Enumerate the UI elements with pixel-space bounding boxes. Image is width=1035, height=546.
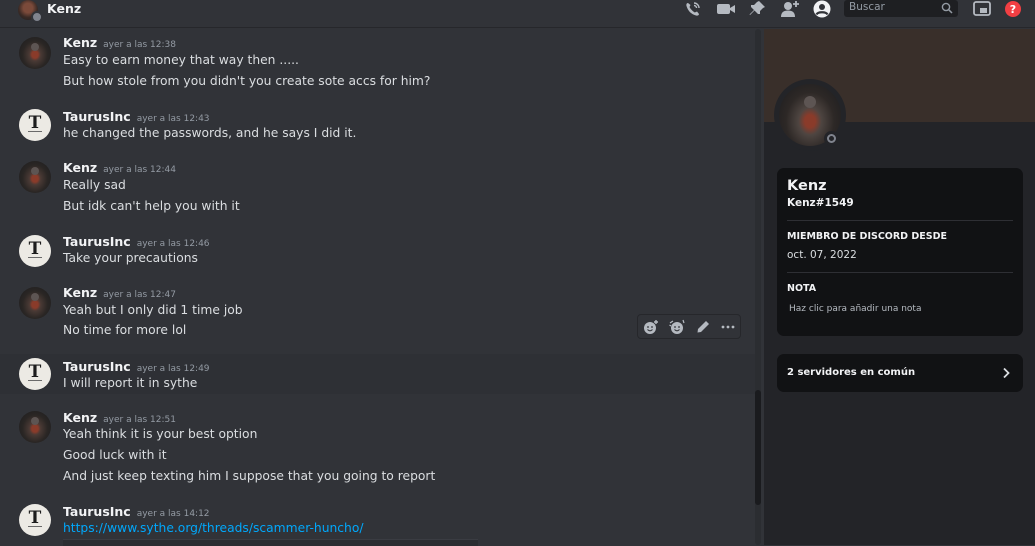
message-author[interactable]: TaurusInc ayer a las 12:49 — [63, 359, 210, 374]
message-timestamp: ayer a las 12:44 — [103, 165, 176, 175]
status-indicator — [31, 11, 43, 23]
message-timestamp: ayer a las 12:46 — [136, 239, 210, 249]
avatar-letter: T — [28, 362, 42, 382]
avatar[interactable] — [19, 287, 51, 319]
pin-icon[interactable] — [748, 0, 768, 18]
message-link[interactable]: https://www.sythe.org/threads/scammer-hu… — [63, 521, 364, 535]
message-timestamp: ayer a las 12:49 — [136, 364, 210, 374]
message-timestamp: ayer a las 12:38 — [103, 40, 176, 50]
status-indicator — [824, 131, 839, 146]
svg-text:?: ? — [1010, 3, 1016, 16]
avatar[interactable] — [19, 411, 51, 443]
message-timestamp: ayer a las 12:47 — [103, 290, 176, 300]
message-hover-toolbar — [637, 314, 741, 339]
message-text: Yeah think it is your best option — [63, 427, 258, 441]
message-text: Really sad — [63, 178, 126, 192]
message-text: No time for more lol — [63, 323, 187, 337]
message-group[interactable]: T TaurusInc ayer a las 12:49 I will repor… — [0, 354, 755, 394]
add-reaction-icon[interactable] — [643, 319, 659, 335]
avatar[interactable]: T — [19, 235, 51, 267]
top-bar: Kenz Buscar ? — [0, 0, 1035, 28]
message-text: But idk can't help you with it — [63, 199, 240, 213]
profile-card: Kenz Kenz#1549 MIEMBRO DE DISCORD DESDE … — [777, 168, 1023, 336]
message-text: But how stole from you didn't you create… — [63, 74, 431, 88]
message-timestamp: ayer a las 14:12 — [136, 509, 210, 519]
search-icon — [941, 2, 953, 14]
message-text: Easy to earn money that way then ..... — [63, 53, 299, 67]
user-profile-panel: Kenz Kenz#1549 MIEMBRO DE DISCORD DESDE … — [764, 29, 1035, 545]
message-author[interactable]: TaurusInc ayer a las 12:46 — [63, 234, 210, 249]
channel-title: Kenz — [47, 1, 82, 16]
divider — [787, 220, 1013, 221]
add-friend-icon[interactable] — [780, 0, 800, 18]
super-reaction-icon[interactable] — [669, 319, 685, 335]
video-icon[interactable] — [716, 0, 736, 18]
mutual-servers-button[interactable]: 2 servidores en común — [777, 354, 1023, 392]
profile-display-name: Kenz — [787, 178, 827, 194]
message-text: And just keep texting him I suppose that… — [63, 469, 436, 483]
message-author[interactable]: TaurusInc ayer a las 14:12 — [63, 504, 210, 519]
avatar[interactable] — [19, 37, 51, 69]
message-author[interactable]: TaurusInc ayer a las 12:43 — [63, 109, 210, 124]
message-group: Kenz ayer a las 12:38 Easy to earn money … — [0, 29, 755, 99]
avatar[interactable]: T — [19, 358, 51, 390]
member-since-date: oct. 07, 2022 — [787, 249, 857, 261]
avatar[interactable] — [19, 161, 51, 193]
message-group: Kenz ayer a las 12:44 Really sad But idk … — [0, 154, 755, 224]
message-author[interactable]: Kenz ayer a las 12:51 — [63, 410, 176, 425]
member-since-heading: MIEMBRO DE DISCORD DESDE — [787, 231, 947, 242]
message-list[interactable]: Kenz ayer a las 12:38 Easy to earn money … — [0, 29, 763, 545]
message-group: Kenz ayer a las 12:51 Yeah think it is yo… — [0, 404, 755, 494]
note-input[interactable]: Haz clic para añadir una nota — [789, 304, 921, 314]
search-placeholder: Buscar — [849, 1, 885, 13]
avatar[interactable]: T — [19, 504, 51, 536]
divider — [787, 272, 1013, 273]
message-text: Good luck with it — [63, 448, 167, 462]
more-icon[interactable] — [720, 319, 736, 335]
mutual-servers-label: 2 servidores en común — [787, 367, 916, 378]
message-text: I will report it in sythe — [63, 376, 198, 390]
scrollbar-thumb[interactable] — [755, 390, 761, 505]
avatar[interactable]: T — [19, 109, 51, 141]
call-icon[interactable] — [683, 0, 703, 18]
edit-icon[interactable] — [695, 319, 711, 335]
help-icon[interactable]: ? — [1003, 0, 1023, 18]
message-author[interactable]: Kenz ayer a las 12:38 — [63, 35, 176, 50]
avatar-letter: T — [28, 113, 42, 133]
message-timestamp: ayer a las 12:51 — [103, 415, 176, 425]
message-group: T TaurusInc ayer a las 12:46 Take your pr… — [0, 228, 755, 273]
message-author[interactable]: Kenz ayer a las 12:44 — [63, 160, 176, 175]
message-author[interactable]: Kenz ayer a las 12:47 — [63, 285, 176, 300]
note-heading: NOTA — [787, 283, 817, 294]
message-timestamp: ayer a las 12:43 — [136, 114, 210, 124]
message-text: Take your precautions — [63, 251, 198, 265]
inbox-icon[interactable] — [972, 0, 992, 18]
profile-username: Kenz#1549 — [787, 197, 854, 209]
avatar-letter: T — [28, 239, 42, 259]
message-text: he changed the passwords, and he says I … — [63, 126, 357, 140]
search-input[interactable]: Buscar — [844, 0, 958, 17]
avatar-letter: T — [28, 508, 42, 528]
profile-toggle-icon[interactable] — [812, 0, 832, 18]
message-group: T TaurusInc ayer a las 12:43 he changed t… — [0, 102, 755, 147]
message-text: Yeah but I only did 1 time job — [63, 303, 243, 317]
chevron-right-icon — [1003, 367, 1010, 379]
